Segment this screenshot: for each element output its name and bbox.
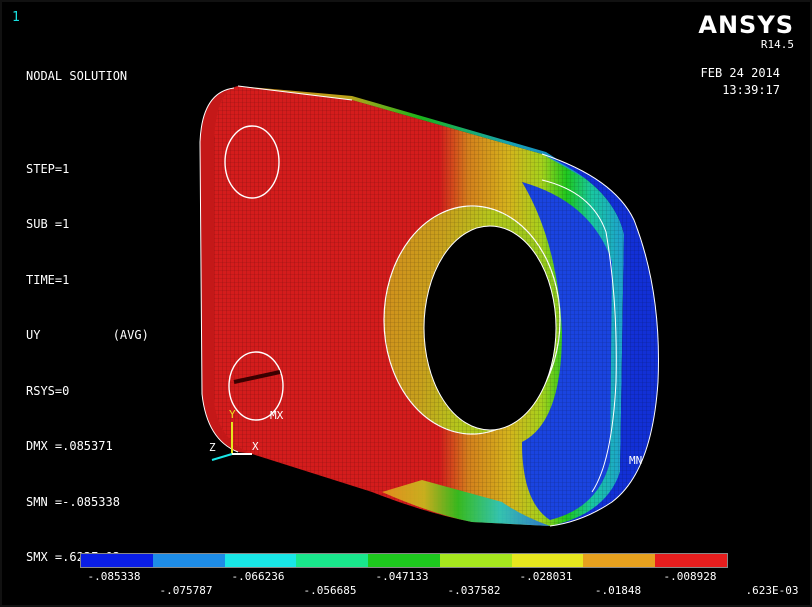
legend-swatch bbox=[655, 554, 728, 567]
legend-label: -.037582 bbox=[447, 584, 501, 597]
legend-swatch bbox=[511, 554, 584, 567]
legend-swatch bbox=[368, 554, 440, 567]
legend-label: -.085338 bbox=[87, 570, 141, 583]
legend-swatch bbox=[583, 554, 656, 567]
legend-swatch bbox=[152, 554, 225, 567]
legend-label: -.008928 bbox=[663, 570, 717, 583]
legend-label: -.01848 bbox=[594, 584, 642, 597]
contour-model-view[interactable]: MX MN Y X Z bbox=[2, 2, 810, 547]
legend-swatch bbox=[296, 554, 369, 567]
triad-y-label: Y bbox=[229, 408, 236, 421]
legend-swatch bbox=[439, 554, 512, 567]
bore-hole-opening bbox=[423, 225, 557, 431]
max-marker: MX bbox=[270, 409, 284, 422]
min-marker: MN bbox=[629, 454, 642, 467]
triad-x-label: X bbox=[252, 440, 259, 453]
legend-label: -.047133 bbox=[375, 570, 429, 583]
legend-label: -.056685 bbox=[303, 584, 357, 597]
ansys-graphics-window: 1 NODAL SOLUTION STEP=1 SUB =1 TIME=1 UY… bbox=[0, 0, 812, 607]
legend-label: .623E-03 bbox=[745, 584, 799, 597]
legend-swatch bbox=[81, 554, 153, 567]
contour-legend-bar bbox=[80, 553, 728, 568]
legend-swatch bbox=[224, 554, 297, 567]
legend-label: -.028031 bbox=[519, 570, 573, 583]
triad-z-label: Z bbox=[209, 441, 216, 454]
legend-label: -.066236 bbox=[231, 570, 285, 583]
legend-label: -.075787 bbox=[159, 584, 213, 597]
